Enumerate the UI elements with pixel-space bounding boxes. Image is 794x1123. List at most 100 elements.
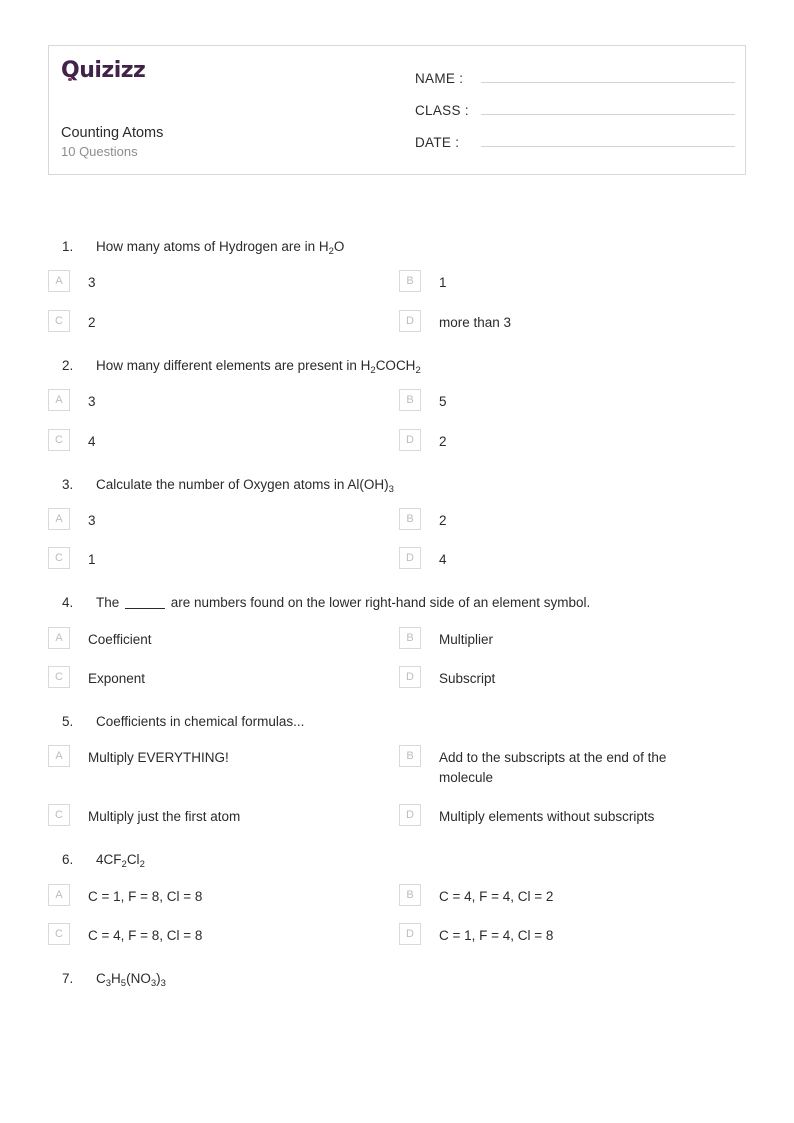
question-text: C3H5(NO3)3: [96, 971, 166, 990]
answer-option-letter: D: [399, 923, 421, 946]
question-header: 2. How many different elements are presen…: [0, 357, 794, 376]
answer-option[interactable]: B Multiplier: [399, 626, 746, 670]
question-block: 2. How many different elements are presen…: [0, 357, 794, 454]
answer-option-letter: D: [399, 428, 421, 451]
question-header: 5. Coefficients in chemical formulas...: [0, 713, 794, 731]
answer-option-text: 4: [439, 552, 447, 568]
question-number: 1.: [62, 239, 74, 254]
logo-dot-icon: [68, 77, 72, 81]
answer-option[interactable]: A3: [48, 389, 399, 432]
answer-option-text: Subscript: [439, 671, 496, 687]
answer-option[interactable]: C Multiply just the first atom: [48, 804, 399, 829]
answer-option-letter: B: [399, 883, 421, 906]
answer-option-text: C = 4, F = 4, Cl = 2: [439, 888, 554, 904]
question-text: The are numbers found on the lower right…: [96, 595, 591, 611]
answer-option[interactable]: C Exponent: [48, 666, 399, 691]
answer-option-text: Coefficient: [88, 631, 152, 647]
date-field-row: DATE :: [415, 130, 735, 162]
answer-option-letter: A: [48, 626, 70, 649]
answer-option-letter: B: [399, 626, 421, 649]
name-input[interactable]: [481, 66, 735, 83]
answer-option[interactable]: D C = 1, F = 4, Cl = 8: [399, 923, 746, 948]
answer-option[interactable]: D Subscript: [399, 666, 746, 691]
answer-option-letter: D: [399, 666, 421, 689]
answer-option[interactable]: A3: [48, 507, 399, 551]
answer-option-text: more than 3: [439, 314, 512, 330]
answer-option[interactable]: D4: [399, 547, 746, 572]
name-field-label: NAME :: [415, 71, 464, 86]
answer-option-text: 5: [439, 394, 447, 409]
answer-option[interactable]: A Multiply EVERYTHING!: [48, 745, 399, 807]
answer-option[interactable]: C2: [48, 309, 399, 335]
answer-option-text: 3: [88, 394, 96, 409]
answer-option-letter: B: [399, 270, 421, 293]
question-number: 6.: [62, 852, 74, 868]
student-info-fields: NAME : CLASS : DATE :: [415, 66, 735, 162]
answer-option-letter: A: [48, 883, 70, 906]
answer-option-letter: B: [399, 507, 421, 530]
answer-option[interactable]: D Multiply elements without subscripts: [399, 804, 746, 829]
class-field-row: CLASS :: [415, 98, 735, 130]
answer-option-letter: C: [48, 309, 70, 332]
answer-option-letter: C: [48, 804, 70, 827]
date-input[interactable]: [481, 130, 735, 147]
question-header: 1. How many atoms of Hydrogen are in H2O: [0, 238, 794, 257]
question-header: 4. The are numbers found on the lower rig…: [0, 594, 794, 612]
answer-option-text: Multiply just the first atom: [88, 809, 241, 825]
answer-options-grid: A Coefficient B Multiplier C Exponent D Subscri…: [0, 626, 794, 692]
answer-option-letter: B: [399, 389, 421, 411]
question-block: 6. 4CF2Cl2 A C = 1, F = 8, Cl = 8 B C = 4, F …: [0, 851, 794, 948]
questions-list: 1. How many atoms of Hydrogen are in H2O A…: [0, 238, 794, 990]
answer-option-letter: C: [48, 666, 70, 689]
quizizz-logo-text: Quizizz: [61, 58, 146, 83]
answer-option[interactable]: B2: [399, 507, 746, 551]
question-block: 3. Calculate the number of Oxygen atoms i…: [0, 476, 794, 573]
answer-option[interactable]: Dmore than 3: [399, 309, 746, 335]
question-number: 3.: [62, 476, 74, 492]
answer-option-text: Exponent: [88, 671, 146, 687]
answer-option-letter: C: [48, 923, 70, 946]
question-header: 6. 4CF2Cl2: [0, 851, 794, 871]
answer-option-text: Multiply EVERYTHING!: [88, 750, 229, 766]
answer-option-text: 3: [88, 275, 96, 291]
answer-option-letter: B: [399, 745, 421, 768]
answer-option-letter: D: [399, 804, 421, 827]
answer-option-text: Multiply elements without subscripts: [439, 809, 655, 825]
question-number: 4.: [62, 595, 74, 611]
worksheet-header-card: Quizizz Counting Atoms 10 Questions NAME…: [48, 45, 746, 175]
answer-option-text: Multiplier: [439, 631, 494, 647]
answer-option-text: C = 4, F = 8, Cl = 8: [88, 928, 203, 944]
question-text: 4CF2Cl2: [96, 852, 145, 871]
answer-option[interactable]: A Coefficient: [48, 626, 399, 670]
answer-option[interactable]: B Add to the subscripts at the end of the…: [399, 745, 746, 807]
answer-option-text: C = 1, F = 8, Cl = 8: [88, 888, 203, 904]
answer-option[interactable]: B1: [399, 270, 746, 313]
answer-option-letter: A: [48, 389, 70, 411]
answer-option[interactable]: A C = 1, F = 8, Cl = 8: [48, 883, 399, 927]
class-input[interactable]: [481, 98, 735, 115]
answer-option-text: 2: [439, 512, 447, 528]
answer-option[interactable]: C4: [48, 428, 399, 454]
question-header: 3. Calculate the number of Oxygen atoms i…: [0, 476, 794, 495]
question-number: 5.: [62, 714, 74, 730]
answer-option[interactable]: B C = 4, F = 4, Cl = 2: [399, 883, 746, 927]
class-field-label: CLASS :: [415, 103, 469, 118]
answer-options-grid: A3B5C4D2: [0, 389, 794, 454]
answer-options-grid: A C = 1, F = 8, Cl = 8 B C = 4, F = 4, Cl =…: [0, 883, 794, 949]
question-block: 1. How many atoms of Hydrogen are in H2O A…: [0, 238, 794, 335]
question-number: 7.: [62, 971, 74, 987]
answer-option[interactable]: B5: [399, 389, 746, 432]
answer-options-grid: A 3 B 1 C 2 Dmore than 3: [0, 270, 794, 335]
answer-option[interactable]: C C = 4, F = 8, Cl = 8: [48, 923, 399, 948]
question-header: 7. C3H5(NO3)3: [0, 970, 794, 990]
answer-option[interactable]: D2: [399, 428, 746, 454]
question-block: 5. Coefficients in chemical formulas... A M…: [0, 713, 794, 829]
answer-option-text: 3: [88, 512, 96, 528]
answer-option-letter: D: [399, 309, 421, 332]
answer-option[interactable]: C1: [48, 547, 399, 572]
answer-options-grid: A Multiply EVERYTHING! B Add to the subscri…: [0, 745, 794, 829]
answer-option-text: C = 1, F = 4, Cl = 8: [439, 928, 554, 944]
question-text: How many atoms of Hydrogen are in H2O: [96, 239, 345, 257]
answer-option[interactable]: A3: [48, 270, 399, 313]
question-block: 4. The are numbers found on the lower rig…: [0, 594, 794, 691]
